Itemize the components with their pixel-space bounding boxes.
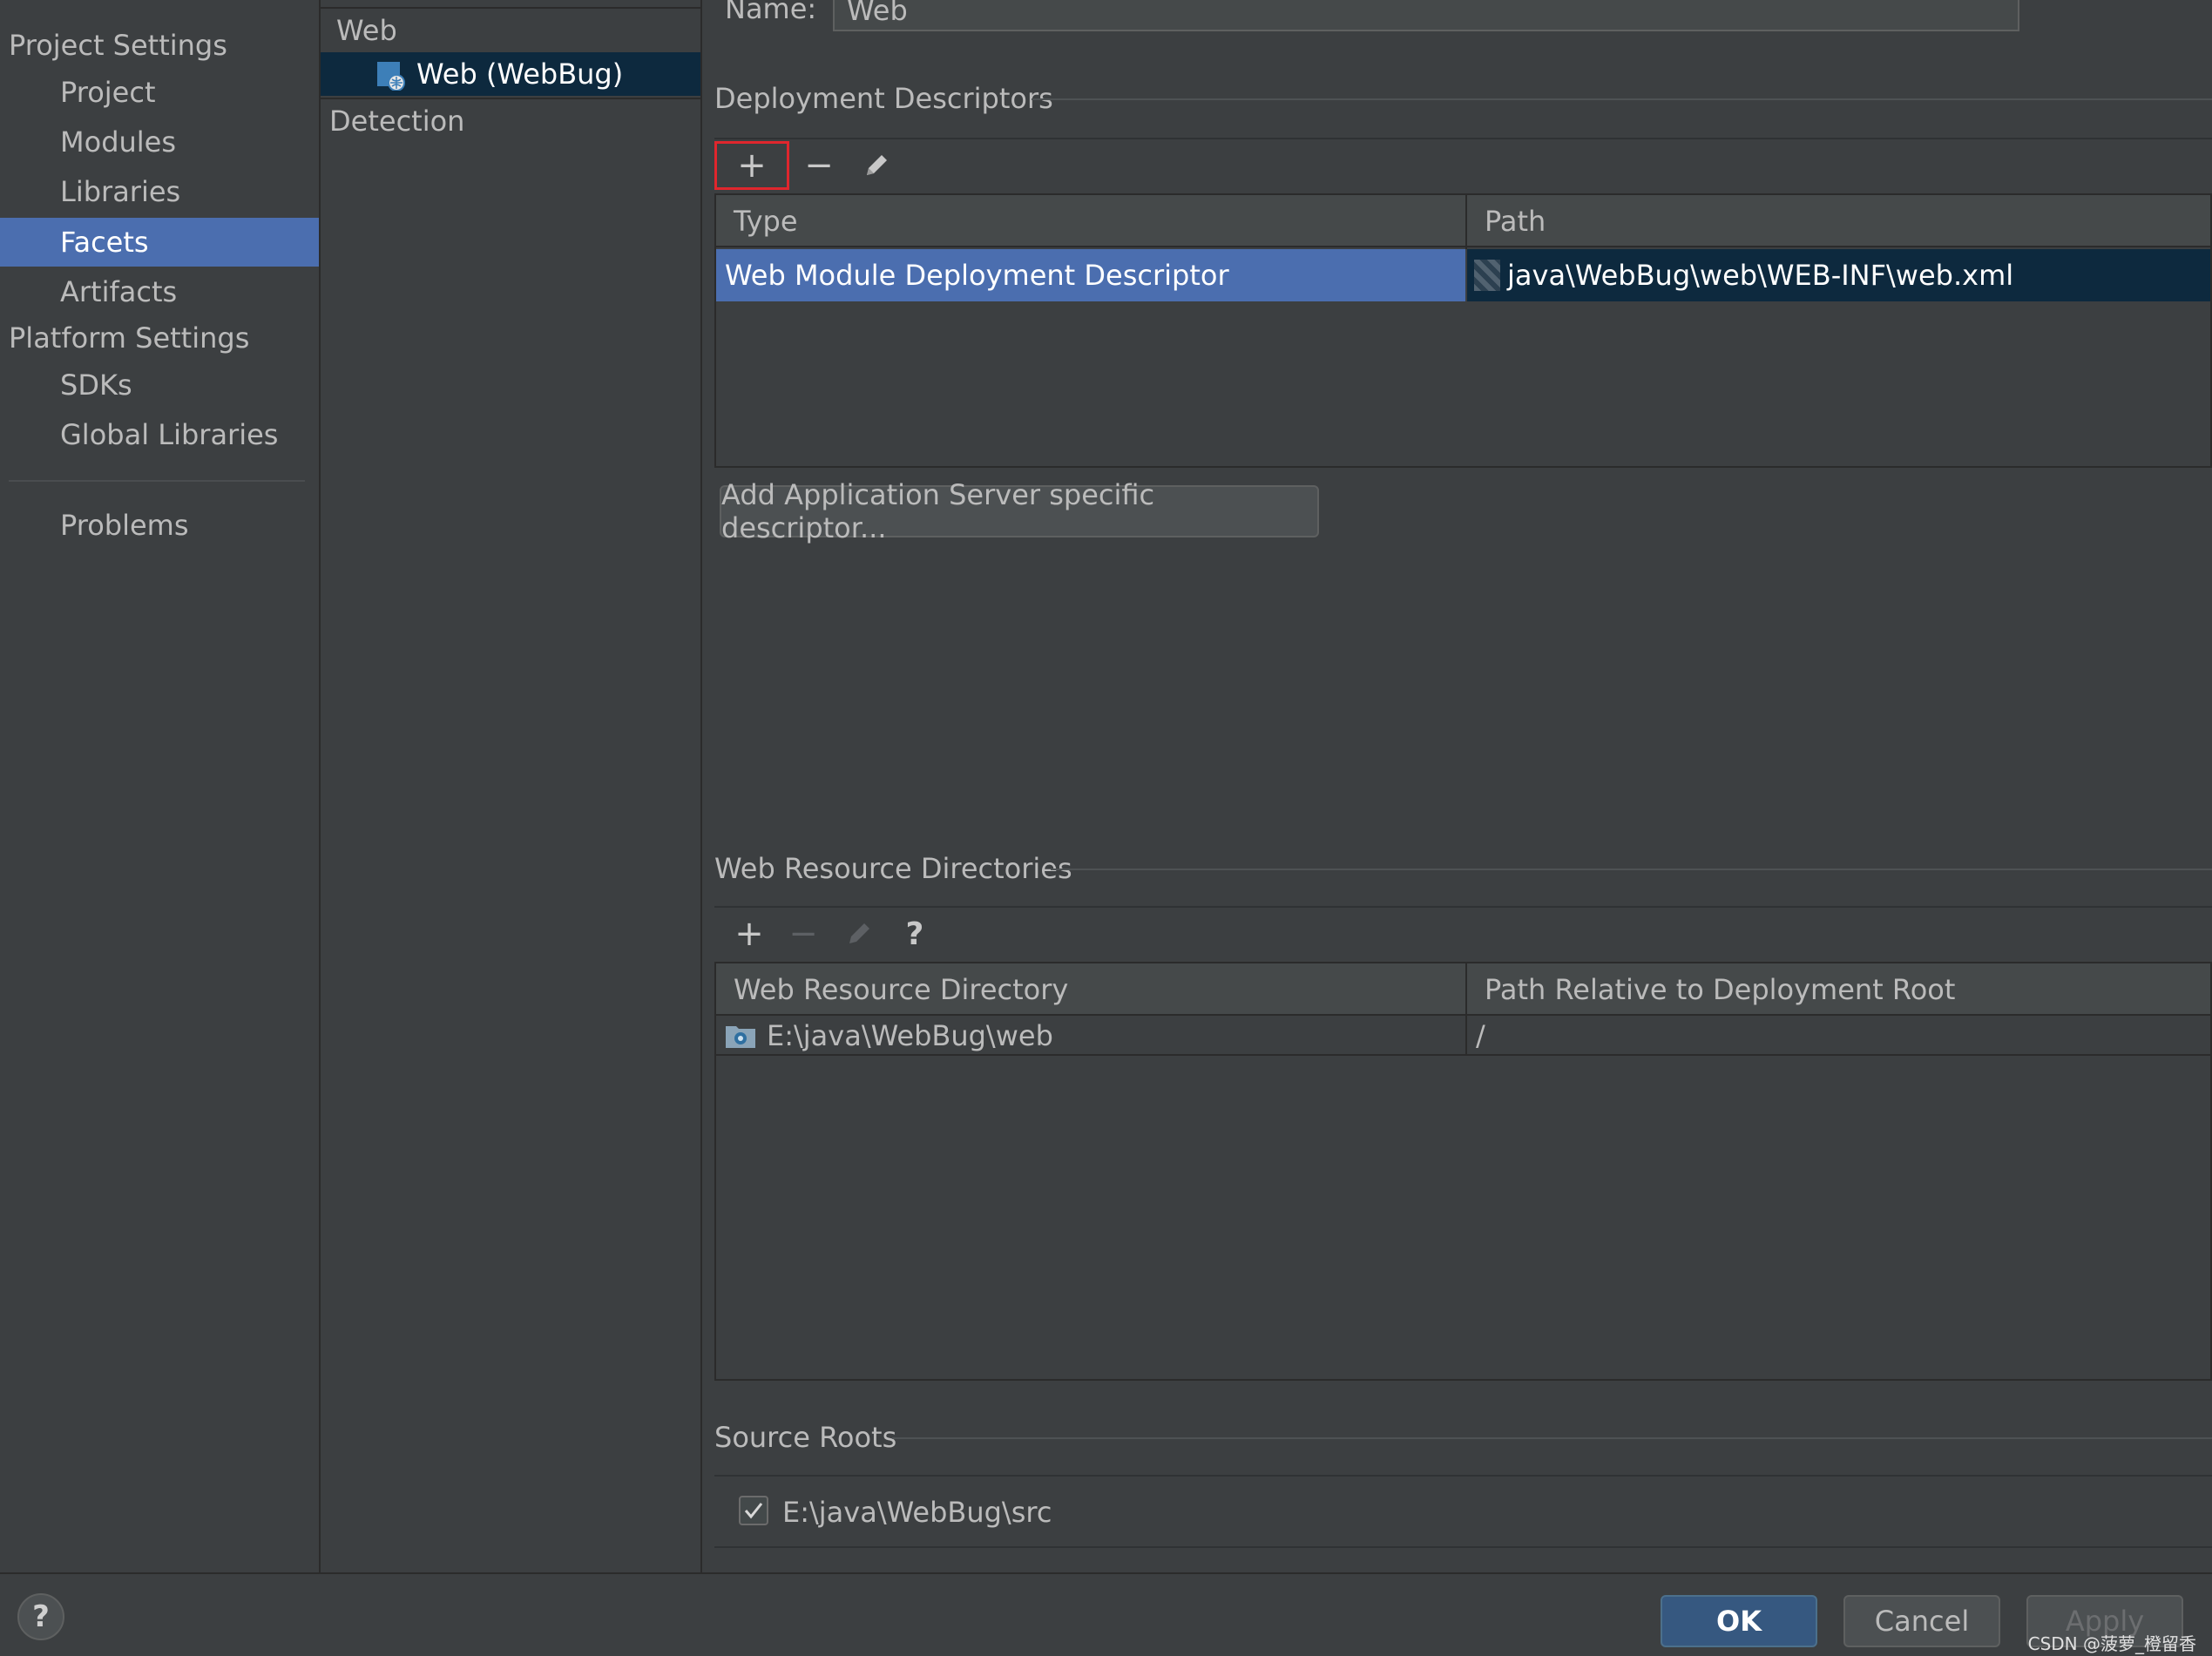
column-header-relative-path[interactable]: Path Relative to Deployment Root [1467,963,2210,1016]
nav-item-artifacts[interactable]: Artifacts [0,267,319,316]
web-resource-directory-cell: E:\java\WebBug\web [767,1019,1053,1052]
nav-item-project[interactable]: Project [0,68,319,117]
platform-settings-header: Platform Settings [9,321,250,355]
descriptor-type-cell: Web Module Deployment Descriptor [716,249,1465,301]
table-row[interactable]: Web Module Deployment Descriptor java\We… [716,249,2210,301]
edit-web-resource-button[interactable] [833,909,885,958]
settings-nav: Project Settings Project Modules Librari… [0,0,321,1572]
nav-item-global-libraries[interactable]: Global Libraries [0,410,319,459]
section-divider [1051,869,2212,870]
descriptor-path-text: java\WebBug\web\WEB-INF\web.xml [1507,259,2014,292]
source-root-checkbox[interactable] [739,1496,768,1525]
column-header-path[interactable]: Path [1467,195,2210,247]
tree-item-label: Web (WebBug) [416,57,624,91]
source-roots-list: E:\java\WebBug\src [714,1475,2212,1548]
facet-settings-panel: Name: Deployment Descriptors + − Type Pa… [702,0,2212,1572]
section-divider [892,1437,2212,1439]
dialog-button-bar: ? OK Cancel Apply CSDN @菠萝_橙留香 [0,1572,2212,1656]
descriptor-path-cell[interactable]: java\WebBug\web\WEB-INF\web.xml [1467,249,2210,301]
web-resource-table: Web Resource Directory Path Relative to … [714,962,2212,1381]
column-header-web-resource-directory[interactable]: Web Resource Directory [716,963,1465,1016]
facet-tree: Web Web (WebBug) Detection [321,0,702,1572]
pencil-icon [849,923,869,943]
add-server-descriptor-button[interactable]: Add Application Server specific descript… [720,478,1319,544]
name-input[interactable] [833,0,2019,31]
deployment-descriptors-title: Deployment Descriptors [714,82,1053,115]
source-root-path: E:\java\WebBug\src [782,1496,1052,1529]
relative-path-cell: / [1476,1019,1485,1052]
table-row[interactable]: E:\java\WebBug\web / [716,1017,2210,1056]
nav-item-modules[interactable]: Modules [0,118,319,166]
nav-separator [9,480,305,482]
project-settings-header: Project Settings [9,29,227,62]
web-facet-icon [376,59,406,91]
tree-item-detection[interactable]: Detection [321,99,700,143]
deployment-descriptors-toolbar: + − [714,138,2212,193]
column-header-type[interactable]: Type [716,195,1465,247]
remove-descriptor-button[interactable]: − [793,141,845,190]
help-web-resource-button[interactable]: ? [889,909,941,958]
tree-item-web-webbug[interactable]: Web (WebBug) [321,52,700,96]
deployment-descriptors-table: Type Path Web Module Deployment Descript… [714,193,2212,468]
web-resource-directories-title: Web Resource Directories [714,852,1072,885]
redacted-path-prefix [1474,260,1500,291]
nav-item-sdks[interactable]: SDKs [0,361,319,409]
nav-item-libraries[interactable]: Libraries [0,167,319,216]
help-button[interactable]: ? [17,1593,64,1640]
add-web-resource-button[interactable]: + [723,909,775,958]
section-divider [1032,98,2212,100]
source-root-item[interactable]: E:\java\WebBug\src [714,1490,1237,1534]
nav-item-problems[interactable]: Problems [0,501,319,550]
column-separator [1465,195,1467,249]
ok-button[interactable]: OK [1661,1595,1817,1647]
edit-descriptor-button[interactable] [850,141,903,190]
remove-web-resource-button[interactable]: − [777,909,829,958]
web-folder-icon [725,1023,756,1049]
source-roots-title: Source Roots [714,1421,897,1454]
add-descriptor-button[interactable]: + [714,141,789,190]
csdn-watermark: CSDN @菠萝_橙留香 [2027,1633,2196,1654]
checkmark-icon [744,1503,763,1519]
cancel-button[interactable]: Cancel [1843,1595,2000,1647]
tree-group-web[interactable]: Web [321,9,700,52]
nav-item-facets[interactable]: Facets [0,218,319,267]
pencil-icon [867,155,887,175]
web-resource-toolbar: + − ? [714,906,2212,962]
name-label: Name: [725,0,817,25]
